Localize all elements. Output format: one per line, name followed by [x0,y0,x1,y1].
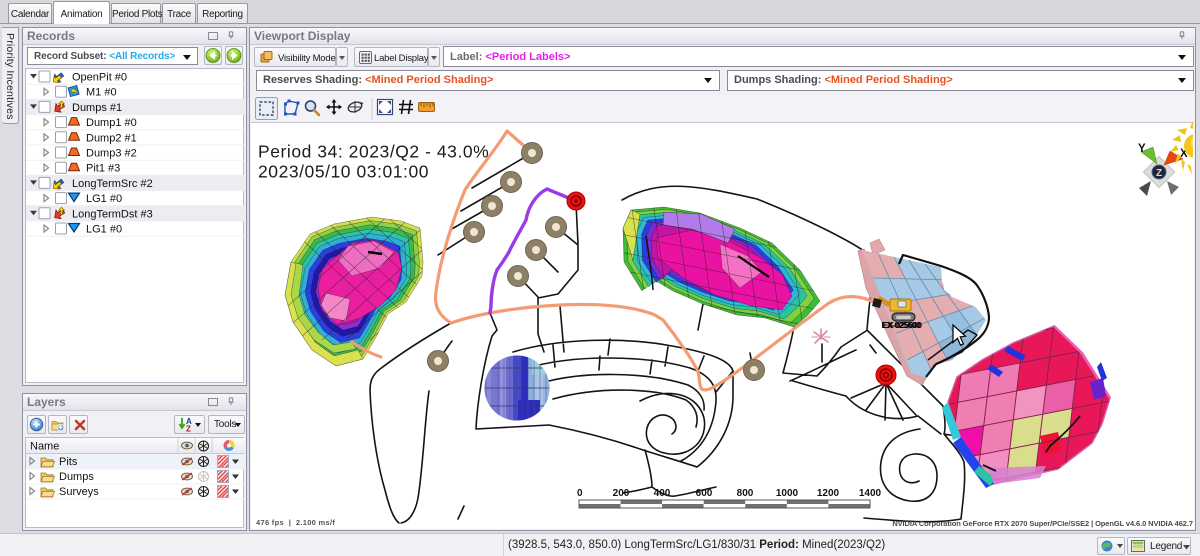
svg-text:200: 200 [613,488,630,499]
svg-text:Z: Z [186,425,191,434]
svg-text:1400: 1400 [859,488,882,499]
svg-text:OpenPit #0: OpenPit #0 [72,72,127,84]
svg-text:476 fps | 2.100 ms/f: 476 fps | 2.100 ms/f [256,518,335,527]
svg-text:NVIDIA Corporation GeForce RTX: NVIDIA Corporation GeForce RTX 2070 Supe… [892,519,1193,528]
svg-text:LG1 #0: LG1 #0 [86,193,122,205]
svg-text:EX-025600: EX-025600 [883,320,923,330]
svg-text:LG1 #0: LG1 #0 [86,224,122,236]
svg-text:1200: 1200 [817,488,840,499]
svg-text:Name: Name [30,441,59,453]
svg-text:Pit1 #3: Pit1 #3 [86,163,120,175]
svg-text:LongTermSrc #2: LongTermSrc #2 [72,178,153,190]
svg-text:Dump1 #0: Dump1 #0 [86,117,137,129]
svg-text:Dump2 #1: Dump2 #1 [86,132,137,144]
svg-text:Pits: Pits [59,456,78,468]
svg-text:600: 600 [696,488,713,499]
svg-text:M1 #0: M1 #0 [86,87,117,99]
svg-text:400: 400 [654,488,671,499]
svg-text:Dumps #1: Dumps #1 [72,102,122,114]
svg-text:Y: Y [1138,143,1146,155]
svg-text:Dump3 #2: Dump3 #2 [86,148,137,160]
svg-text:LongTermDst #3: LongTermDst #3 [72,208,153,220]
svg-text:Dumps: Dumps [59,471,94,483]
svg-text:800: 800 [737,488,754,499]
svg-text:2023/05/10 03:01:00: 2023/05/10 03:01:00 [258,162,429,182]
svg-text:Surveys: Surveys [59,486,99,498]
svg-text:Period 34: 2023/Q2 - 43.0%: Period 34: 2023/Q2 - 43.0% [258,142,489,162]
svg-text:0: 0 [577,488,583,499]
svg-text:Z: Z [1156,168,1162,179]
svg-text:1000: 1000 [776,488,799,499]
